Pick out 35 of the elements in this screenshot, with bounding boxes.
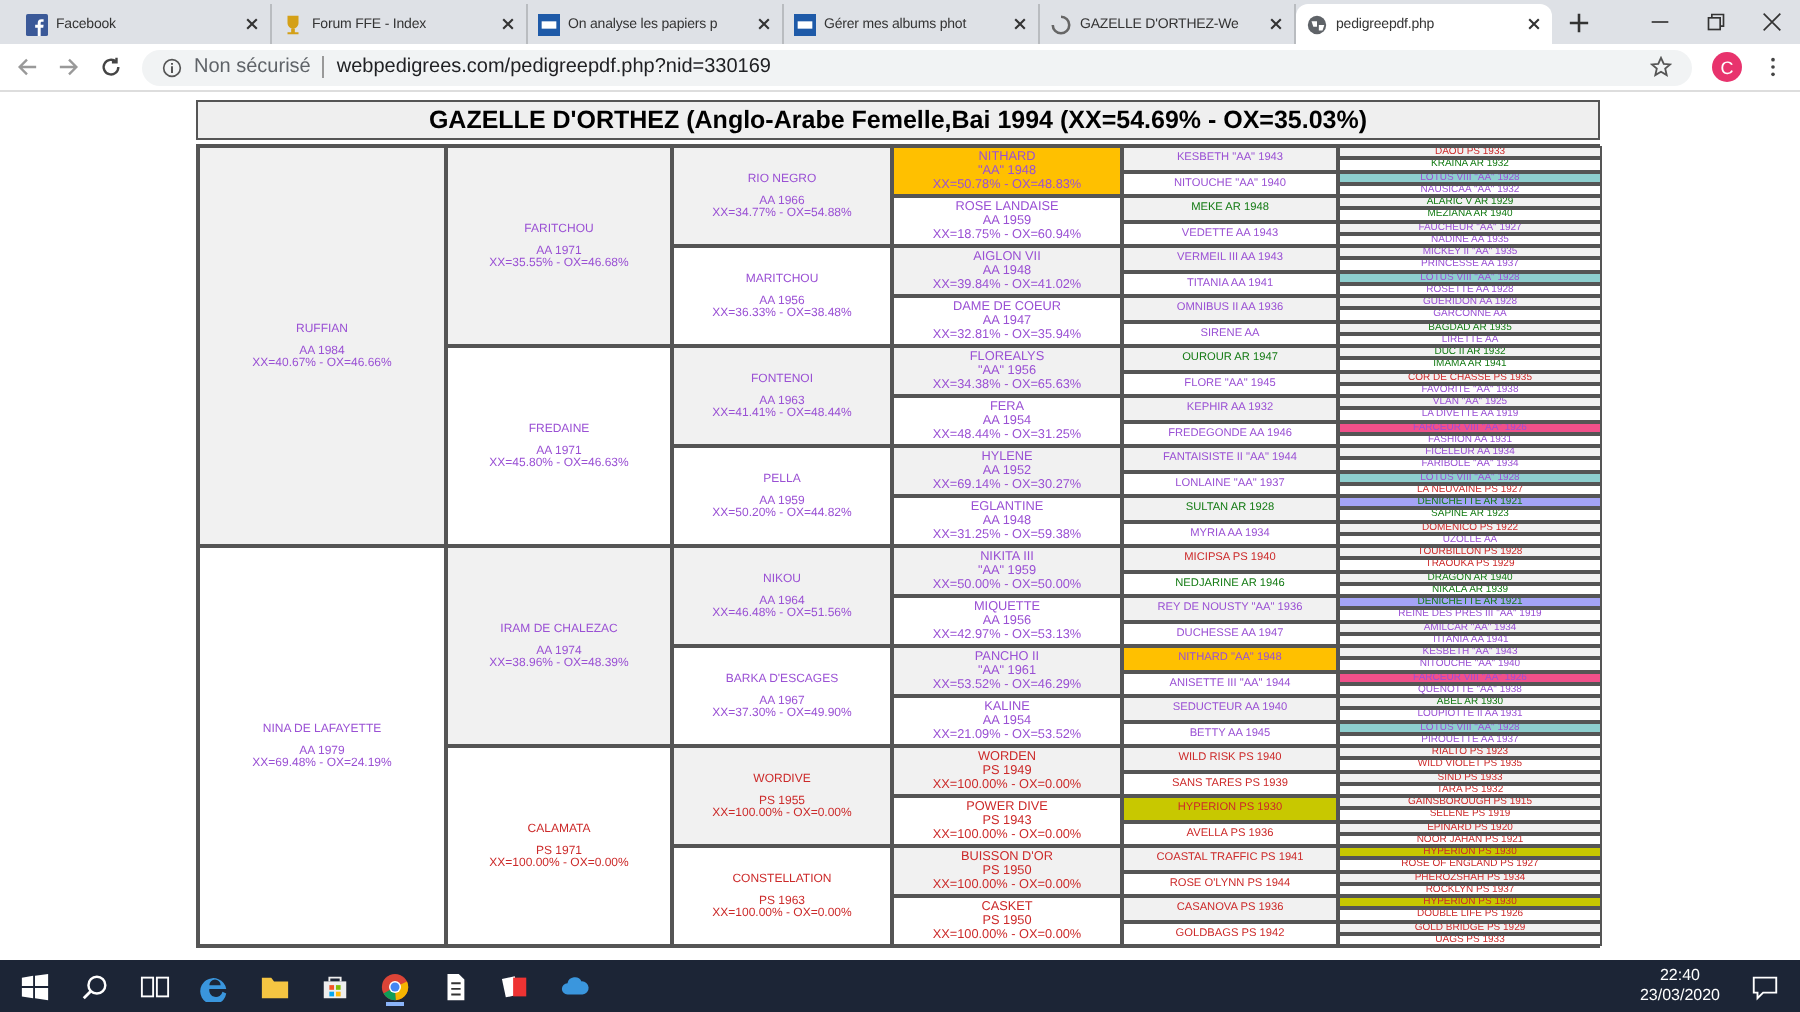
store-bag-icon[interactable]: [320, 971, 350, 1001]
address-bar[interactable]: Non sécurisé webpedigrees.com/pedigreepdf.php?nid=330169: [142, 49, 1692, 85]
url-text: webpedigrees.com/pedigreepdf.php?nid=330169: [336, 56, 771, 78]
star-icon[interactable]: [1650, 56, 1672, 78]
search-icon[interactable]: [80, 971, 110, 1001]
task-view-icon[interactable]: [140, 971, 170, 1001]
pedigree-title: GAZELLE D'ORTHEZ (Anglo-Arabe Femelle,Bai 1994 (XX=54.69% - OX=35.03%): [196, 100, 1600, 140]
cards-icon[interactable]: [500, 971, 530, 1001]
notification-icon[interactable]: [1750, 971, 1780, 1001]
reload-icon[interactable]: [100, 56, 122, 78]
clock-date: 23/03/2020: [1639, 986, 1720, 1006]
close-icon[interactable]: [244, 16, 260, 32]
site-logo-icon: [794, 13, 816, 35]
clock-time: 22:40: [1659, 966, 1700, 986]
profile-avatar[interactable]: C: [1712, 52, 1742, 82]
globe-icon: [1306, 13, 1328, 35]
close-icon[interactable]: [1526, 16, 1542, 32]
cloud-icon[interactable]: [560, 971, 590, 1001]
info-icon: [162, 57, 182, 77]
close-icon[interactable]: [500, 16, 516, 32]
close-icon[interactable]: [1268, 16, 1284, 32]
forward-icon[interactable]: [58, 56, 80, 78]
windows-start-icon[interactable]: [20, 971, 50, 1001]
loading-icon: [1050, 13, 1072, 35]
close-icon[interactable]: [1762, 12, 1782, 32]
close-icon[interactable]: [756, 16, 772, 32]
security-label: Non sécurisé: [194, 56, 311, 78]
trophy-icon: [282, 13, 304, 35]
new-tab-icon[interactable]: [1568, 12, 1590, 34]
facebook-icon: [26, 13, 48, 35]
chrome-icon[interactable]: [380, 971, 410, 1001]
back-icon[interactable]: [16, 56, 38, 78]
restore-icon[interactable]: [1706, 12, 1726, 32]
site-logo-icon: [538, 13, 560, 35]
close-icon[interactable]: [1012, 16, 1028, 32]
